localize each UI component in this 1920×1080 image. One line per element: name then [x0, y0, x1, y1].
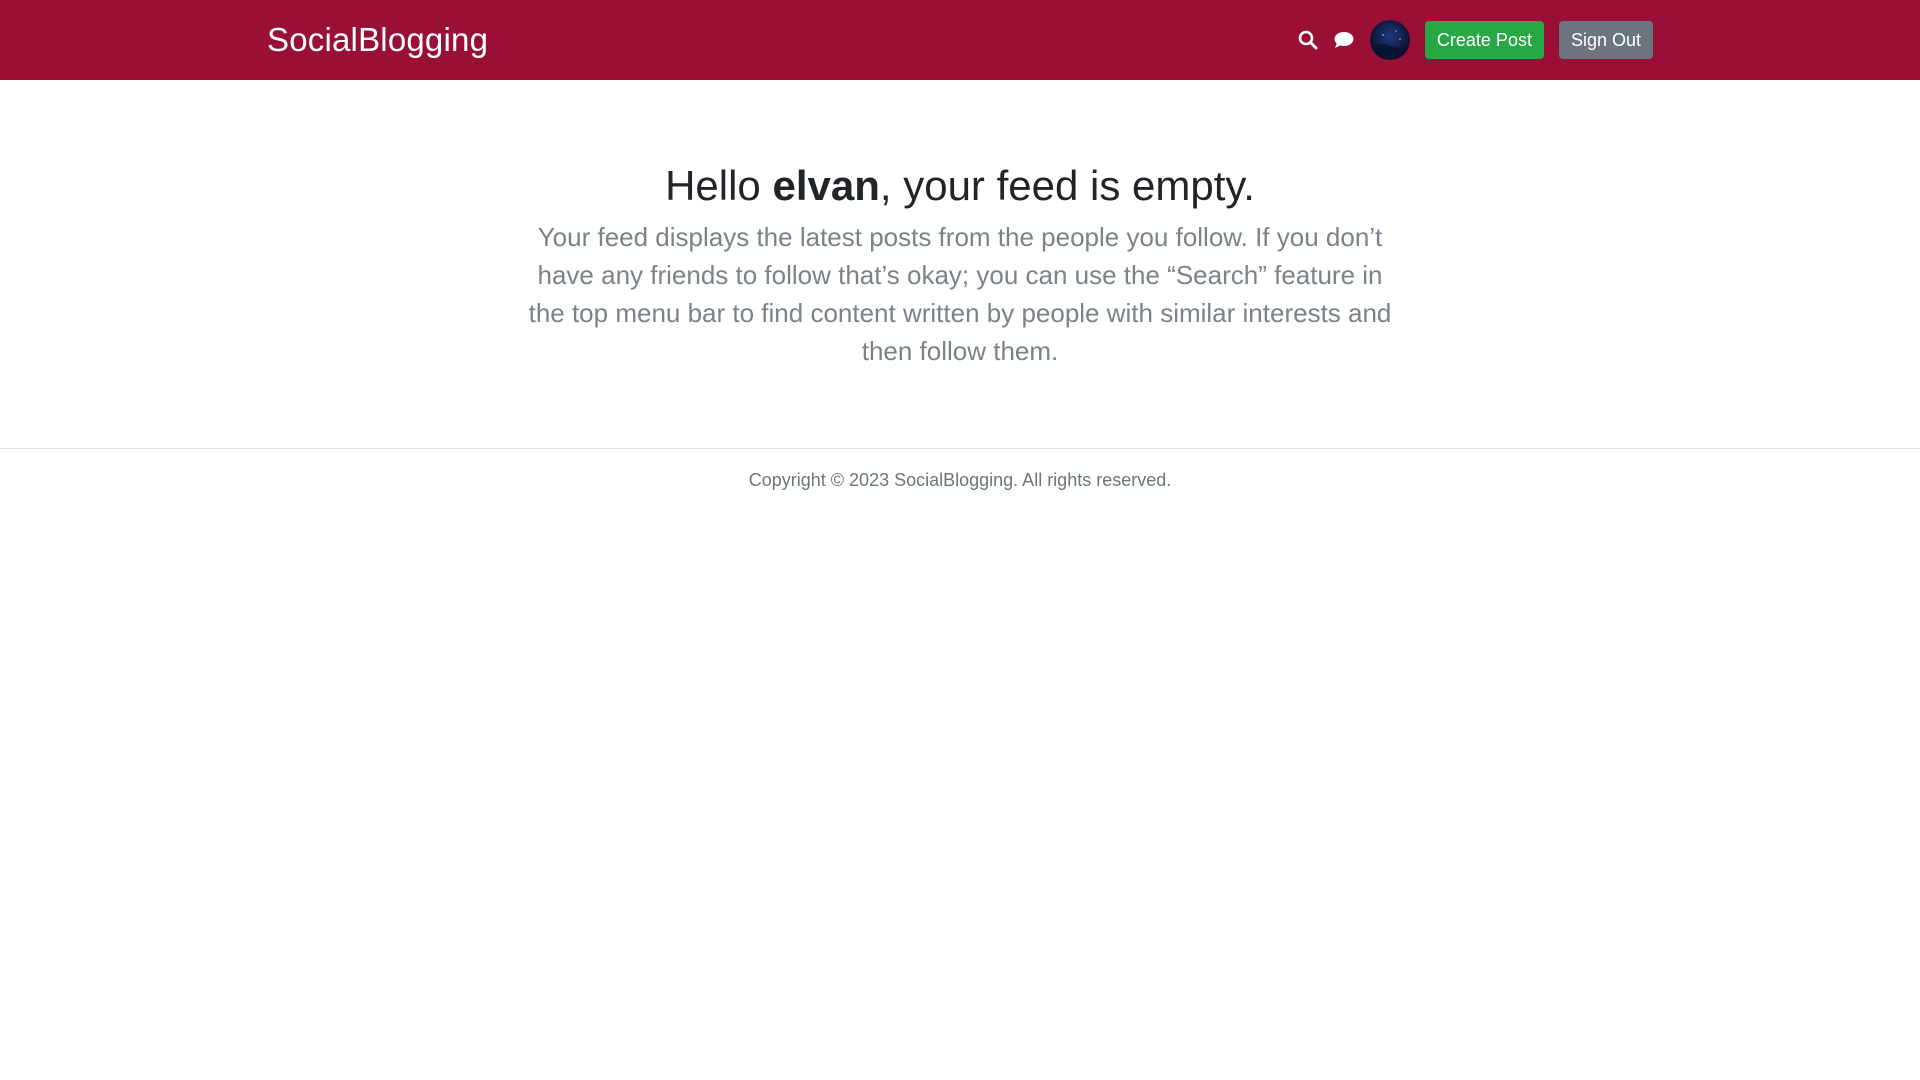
footer-divider: [0, 448, 1920, 449]
heading-suffix: , your feed is empty.: [879, 162, 1255, 209]
chat-bubble-icon[interactable]: [1330, 26, 1358, 54]
greeting-text: Hello: [665, 162, 773, 209]
create-post-button[interactable]: Create Post: [1424, 21, 1544, 59]
search-icon[interactable]: [1294, 26, 1322, 54]
top-navbar: SocialBlogging Create Post Sign Out: [0, 0, 1920, 80]
username: elvan: [772, 162, 880, 209]
empty-feed-heading: Hello elvan, your feed is empty.: [0, 158, 1920, 214]
empty-feed-hero: Hello elvan, your feed is empty. Your fe…: [0, 80, 1920, 370]
brand-link[interactable]: SocialBlogging: [267, 0, 488, 80]
empty-feed-description: Your feed displays the latest posts from…: [528, 222, 1392, 366]
footer-copyright: Copyright © 2023 SocialBlogging. All rig…: [748, 470, 1172, 490]
navbar-actions: Create Post Sign Out: [1294, 0, 1653, 80]
sign-out-button[interactable]: Sign Out: [1558, 21, 1653, 59]
user-avatar[interactable]: [1369, 20, 1410, 60]
